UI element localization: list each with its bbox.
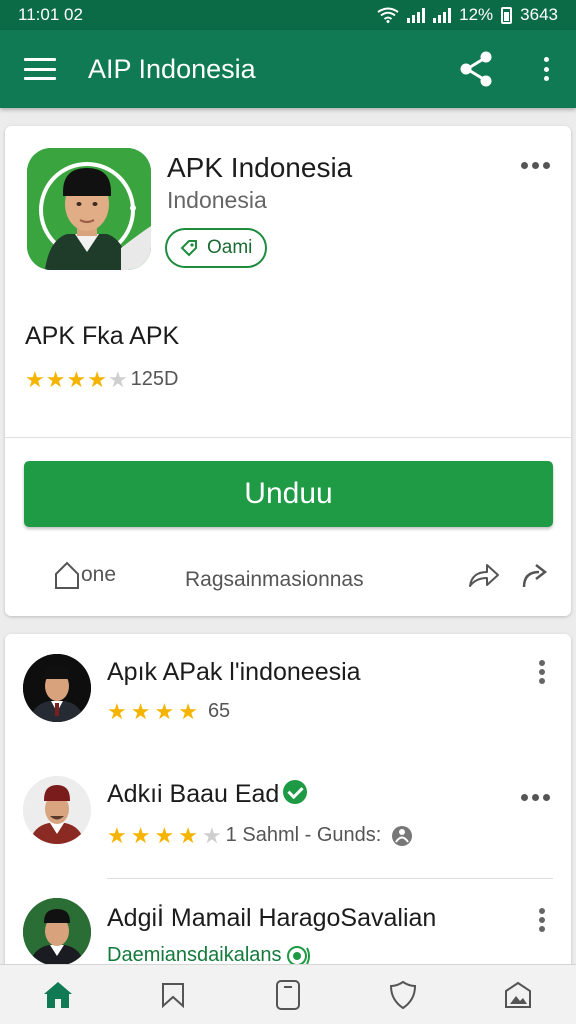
rating-count: 125D — [130, 368, 179, 390]
status-time: 11:01 — [18, 5, 60, 24]
app-developer: Indonesia — [167, 187, 267, 213]
more-horiz-icon[interactable] — [521, 162, 550, 169]
signal-icon-2 — [433, 7, 452, 23]
action-row: one Ragsainmasionnas — [5, 556, 571, 606]
status-extra: 02 — [64, 5, 83, 24]
list-item[interactable]: Adgiİ Mamail HaragoSavalian Daemiansdaik… — [5, 884, 571, 974]
star-icon: ★ — [130, 698, 151, 724]
star-icon: ★ — [154, 822, 175, 848]
hamburger-menu-icon[interactable] — [24, 58, 56, 80]
signal-icon — [407, 7, 426, 23]
app-name: APK Indonesia — [167, 152, 353, 183]
status-right: 12% 3643 — [377, 5, 558, 25]
more-vert-icon[interactable] — [536, 54, 556, 84]
divider — [5, 437, 571, 438]
forward-icon[interactable] — [467, 560, 501, 592]
nav-device[interactable] — [258, 970, 318, 1020]
avatar-image — [23, 898, 91, 966]
wifi-icon — [377, 7, 399, 23]
more-vert-icon[interactable] — [538, 908, 546, 932]
status-bar: 11:01 02 12% 3643 — [0, 0, 576, 30]
list-item-rating: ★ ★ ★ ★ 65 — [107, 700, 230, 723]
list-item-rating: ★ ★ ★ ★ ★ 1 Sahml - Gunds: — [107, 824, 413, 847]
app-bar-title: AIP Indonesia — [88, 53, 256, 84]
download-button[interactable]: Unduu — [24, 461, 553, 527]
star-icon: ★ — [66, 366, 87, 392]
reply-share-icon[interactable] — [519, 560, 551, 592]
app-rating: ★ ★ ★ ★ ★ 125D — [25, 368, 178, 391]
more-vert-icon[interactable] — [538, 660, 546, 684]
status-time-group: 11:01 02 — [18, 5, 83, 25]
divider — [107, 878, 553, 879]
nav-bookmark[interactable] — [143, 970, 203, 1020]
nav-shield[interactable] — [373, 970, 433, 1020]
star-icon: ★ — [154, 698, 175, 724]
share-icon[interactable] — [456, 49, 496, 89]
star-empty-icon: ★ — [201, 822, 222, 848]
list-item-name: Adkıi Baau Ead — [107, 780, 280, 808]
home-outline-icon — [55, 561, 79, 589]
app-list-card: Apık APak l'indoneesia ★ ★ ★ ★ 65 Adkıi … — [5, 634, 571, 974]
person-badge-icon — [392, 825, 413, 846]
star-icon: ★ — [45, 366, 66, 392]
app-icon[interactable] — [27, 148, 151, 270]
list-item-name-row: Adkıi Baau Ead — [107, 780, 308, 809]
home-action-label: one — [81, 563, 117, 586]
star-icon: ★ — [25, 366, 45, 392]
star-icon: ★ — [178, 822, 198, 848]
star-empty-icon: ★ — [107, 366, 128, 392]
star-icon: ★ — [107, 698, 127, 724]
avatar-image — [23, 776, 91, 844]
app-detail-card: APK Indonesia Indonesia Oami APK Fka APK… — [5, 126, 571, 616]
category-chip[interactable]: Oami — [165, 228, 267, 268]
list-item[interactable]: Adkıi Baau Ead ★ ★ ★ ★ ★ 1 Sahml - Gunds… — [5, 758, 571, 882]
more-horiz-icon[interactable] — [521, 794, 550, 801]
shield-icon — [390, 980, 417, 1009]
star-icon: ★ — [107, 822, 127, 848]
gallery-icon — [505, 981, 532, 1008]
avatar — [23, 654, 91, 722]
nav-gallery[interactable] — [488, 970, 548, 1020]
category-chip-label: Oami — [207, 237, 253, 258]
avatar-image — [23, 654, 91, 722]
tag-icon — [180, 240, 197, 257]
bookmark-icon — [161, 982, 184, 1008]
list-item-meta: 1 Sahml - Gunds: — [225, 824, 382, 846]
nav-home[interactable] — [28, 970, 88, 1020]
app-bar: AIP Indonesia — [0, 30, 576, 108]
avatar — [23, 898, 91, 966]
list-item[interactable]: Apık APak l'indoneesia ★ ★ ★ ★ 65 — [5, 634, 571, 754]
app-icon-image — [27, 148, 151, 270]
status-right-text: 3643 — [520, 5, 558, 24]
app-subtitle: APK Fka APK — [25, 322, 180, 350]
home-action[interactable]: one — [53, 560, 116, 590]
info-action[interactable]: Ragsainmasionnas — [185, 568, 364, 592]
star-icon: ★ — [178, 698, 198, 724]
list-item-meta: 65 — [207, 700, 231, 722]
bottom-navigation — [0, 964, 576, 1024]
battery-icon — [501, 6, 513, 24]
verified-check-icon — [283, 780, 308, 805]
list-item-name: Apık APak l'indoneesia — [107, 658, 361, 686]
home-icon — [43, 981, 72, 1008]
star-icon: ★ — [87, 366, 107, 392]
list-item-name: Adgiİ Mamail HaragoSavalian — [107, 904, 437, 932]
star-icon: ★ — [130, 822, 151, 848]
avatar — [23, 776, 91, 844]
battery-percent: 12% — [459, 5, 494, 24]
tablet-icon — [275, 979, 300, 1010]
